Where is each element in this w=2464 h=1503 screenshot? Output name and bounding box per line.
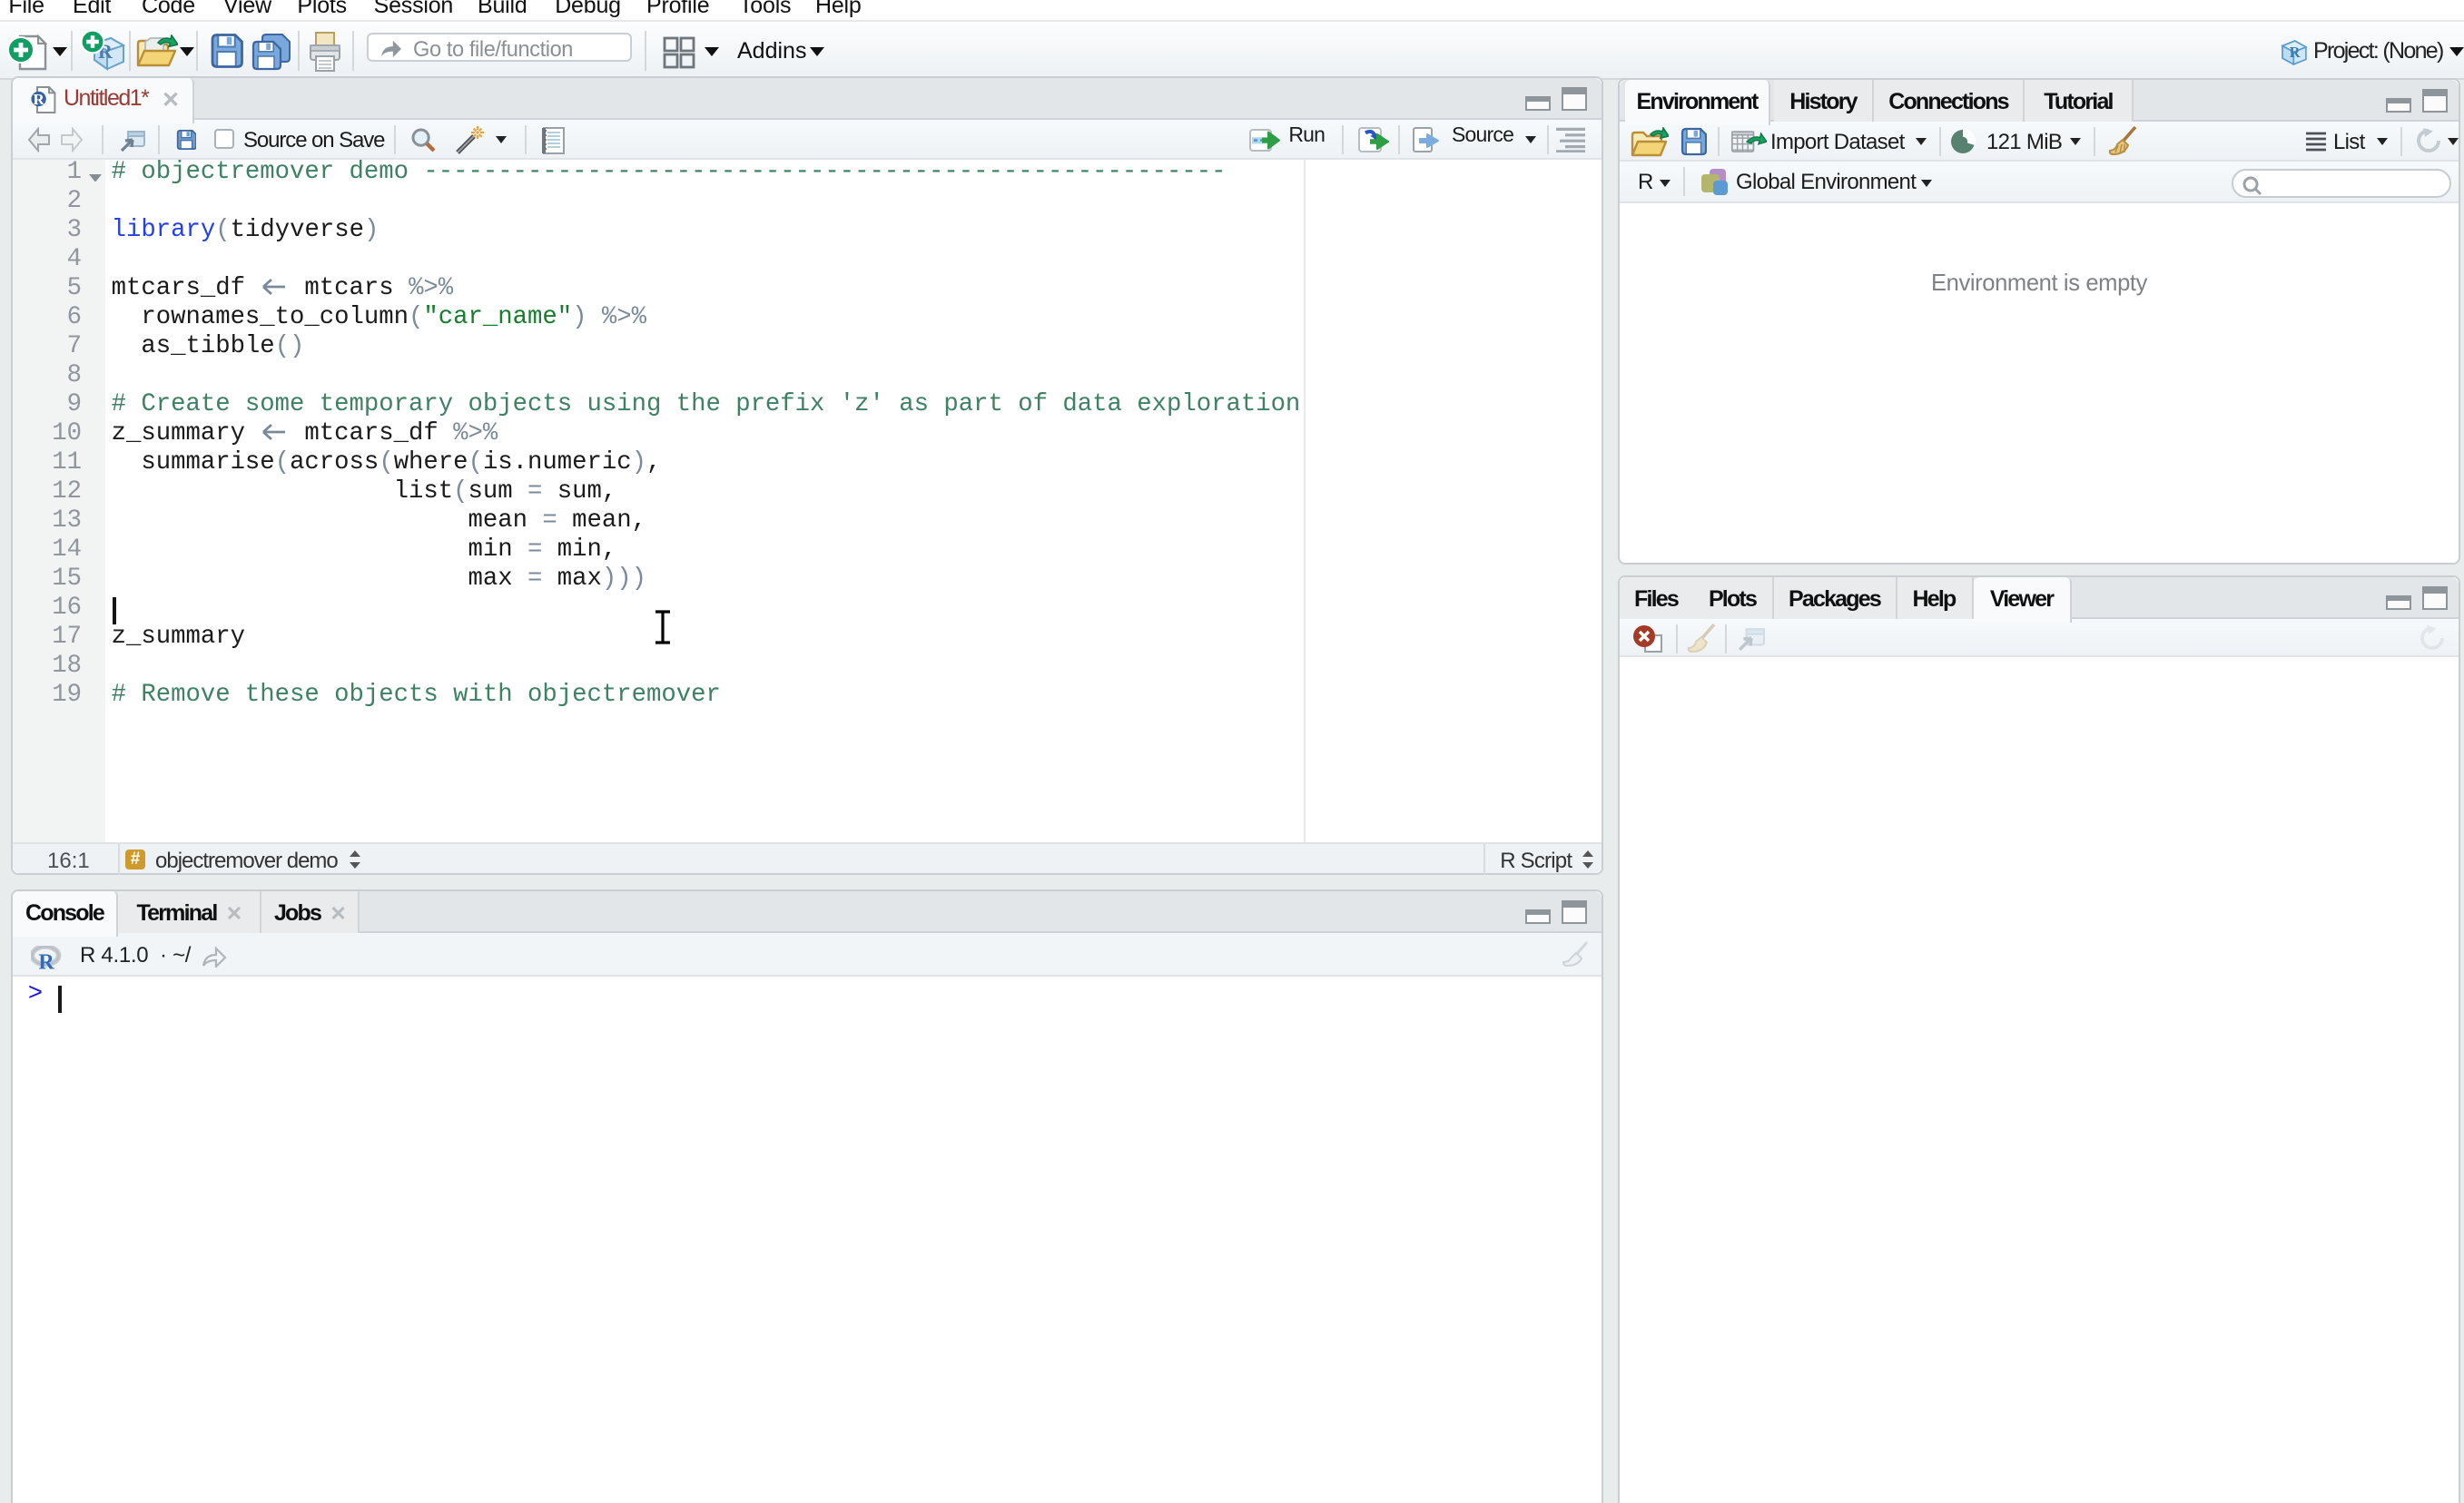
svg-text:R: R [33,90,44,107]
svg-text:R: R [2289,44,2300,61]
svg-text:R: R [38,950,54,970]
